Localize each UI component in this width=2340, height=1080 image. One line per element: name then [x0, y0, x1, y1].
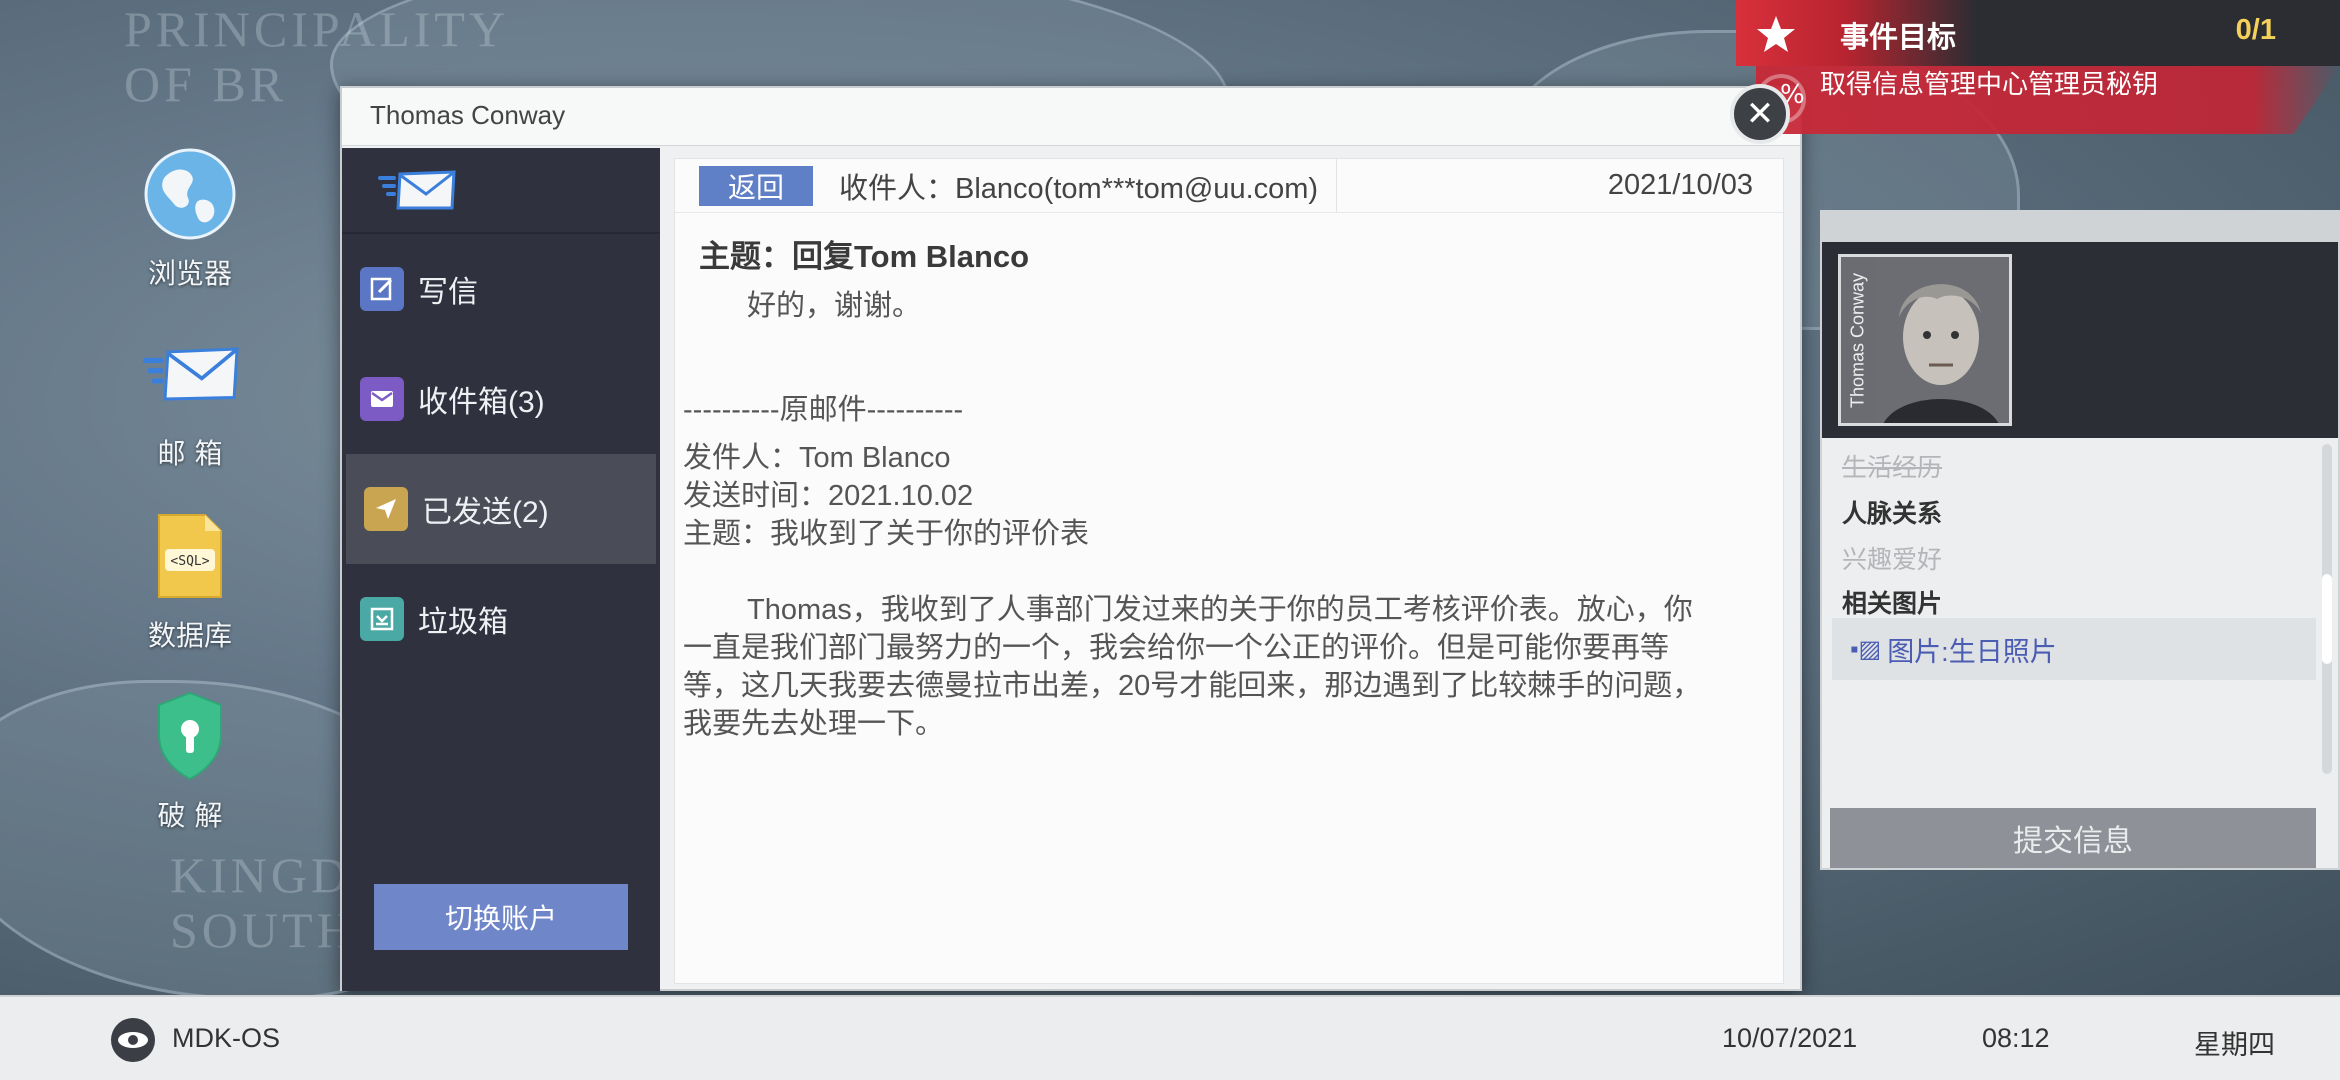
sidebar-item-sent[interactable]: 已发送(2): [346, 454, 656, 564]
shield-lock-icon: [140, 686, 240, 786]
sidebar-item-trash[interactable]: 垃圾箱: [342, 564, 660, 674]
back-button[interactable]: 返回: [699, 165, 813, 206]
info-row-life[interactable]: 生活经历: [1842, 448, 1942, 484]
desktop-icon-database[interactable]: <SQL> 数据库: [120, 506, 260, 654]
picture-item-label: 图片:生日照片: [1887, 636, 2057, 667]
sidebar-item-label: 垃圾箱: [418, 606, 508, 639]
desktop-icon-mail[interactable]: 邮 箱: [120, 324, 260, 472]
email-body: 好的，谢谢。 ----------原邮件---------- 发件人：Tom B…: [675, 278, 1783, 743]
svg-text:<SQL>: <SQL>: [170, 554, 209, 569]
desktop-icon-label: 破 解: [157, 799, 223, 832]
mail-window: Thomas Conway 写信 收件箱(3) 已发送(2) 垃圾箱 切换账户 …: [340, 86, 1802, 991]
picture-icon: ▪▨: [1850, 635, 1882, 663]
objective-title: 事件目标: [1840, 22, 1957, 54]
info-row-pictures[interactable]: 相关图片: [1842, 584, 1942, 620]
objective-count: 0/1: [2235, 14, 2276, 46]
sql-file-icon: <SQL>: [140, 506, 240, 606]
info-scrollbar-thumb[interactable]: [2322, 574, 2332, 664]
desktop-icon-crack[interactable]: 破 解: [120, 686, 260, 834]
email-subject: 主题：回复Tom Blanco: [699, 239, 1030, 274]
mail-icon: [140, 324, 240, 424]
window-title: Thomas Conway: [342, 88, 1800, 146]
original-mail-divider: ----------原邮件----------: [683, 394, 964, 426]
os-eye-icon[interactable]: [110, 1017, 156, 1063]
sidebar-item-compose[interactable]: 写信: [342, 234, 660, 344]
sent-icon: [364, 487, 408, 531]
picture-item-birthday[interactable]: ▪▨ 图片:生日照片: [1832, 618, 2316, 680]
sidebar-item-label: 收件箱(3): [418, 386, 545, 419]
map-label-bottom: KINGD SOUTH: [170, 847, 357, 958]
desktop-icon-browser[interactable]: 浏览器: [120, 144, 260, 292]
email-view: 返回 收件人：Blanco(tom***tom@uu.com) 2021/10/…: [674, 158, 1784, 984]
email-date: 2021/10/03: [1607, 169, 1753, 201]
taskbar-date: 10/07/2021: [1722, 1023, 1858, 1053]
taskbar-time: 08:12: [1982, 1023, 2050, 1053]
close-button[interactable]: ✕: [1730, 84, 1790, 144]
email-header: 返回 收件人：Blanco(tom***tom@uu.com) 2021/10/…: [675, 158, 1783, 213]
globe-icon: [140, 144, 240, 244]
portrait-name-tag: Thomas Conway: [1841, 257, 1875, 423]
desktop-icon-label: 邮 箱: [157, 437, 223, 470]
reply-text: 好的，谢谢。: [747, 290, 922, 322]
switch-account-button[interactable]: 切换账户: [374, 884, 628, 950]
trash-icon: [360, 597, 404, 641]
star-icon: [1757, 16, 1795, 52]
desktop-icon-label: 浏览器: [147, 257, 232, 290]
mail-sidebar: 写信 收件箱(3) 已发送(2) 垃圾箱 切换账户: [342, 148, 660, 991]
info-list[interactable]: 生活经历 人脉关系 兴趣爱好 相关图片 ▪▨ 图片:生日照片: [1822, 438, 2338, 778]
taskbar-weekday: 星期四: [2194, 1030, 2275, 1060]
taskbar: MDK-OS 10/07/2021 08:12 星期四: [0, 995, 2340, 1080]
character-portrait: Thomas Conway: [1838, 254, 2012, 426]
close-icon: ✕: [1745, 94, 1775, 134]
event-objective-banner: 事件目标 0/1 % 取得信息管理中心管理员秘钥: [1736, 0, 2340, 134]
character-info-panel: Thomas Conway 生活经历 人脉关系 兴趣爱好 相关图片 ▪▨ 图片:…: [1820, 210, 2340, 870]
os-name: MDK-OS: [172, 1023, 280, 1053]
inbox-icon: [360, 377, 404, 421]
mail-logo-icon: [342, 148, 660, 234]
objective-task-text: 取得信息管理中心管理员秘钥: [1820, 69, 2159, 99]
original-sent-time: 发送时间：2021.10.02: [683, 480, 974, 512]
objective-header: 事件目标 0/1: [1736, 0, 2340, 66]
recipient-line: 收件人：Blanco(tom***tom@uu.com): [839, 158, 1338, 213]
info-row-hobbies[interactable]: 兴趣爱好: [1842, 540, 1942, 576]
info-row-relations[interactable]: 人脉关系: [1842, 494, 1942, 530]
desktop-icon-label: 数据库: [147, 619, 232, 652]
submit-info-button[interactable]: 提交信息: [1830, 808, 2316, 868]
original-from: 发件人：Tom Blanco: [683, 442, 951, 474]
original-subject: 主题：我收到了关于你的评价表: [683, 518, 1090, 550]
sidebar-item-inbox[interactable]: 收件箱(3): [342, 344, 660, 454]
compose-icon: [360, 267, 404, 311]
original-body: Thomas，我收到了人事部门发过来的关于你的员工考核评价表。放心，你一直是我们…: [683, 594, 1702, 740]
sidebar-item-label: 写信: [418, 276, 478, 309]
objective-task: % 取得信息管理中心管理员秘钥: [1756, 66, 2340, 134]
sidebar-item-label: 已发送(2): [422, 496, 549, 529]
